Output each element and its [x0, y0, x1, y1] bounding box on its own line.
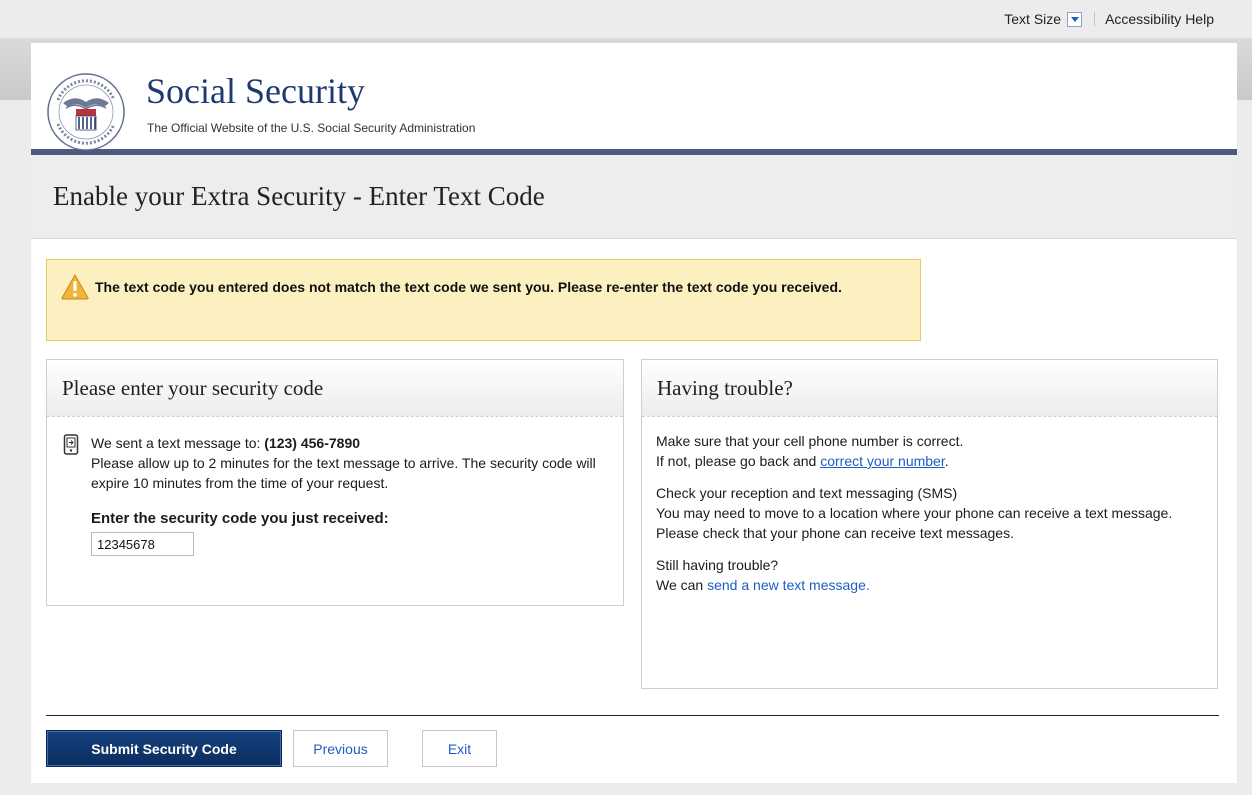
phone-check-line: Make sure that your cell phone number is… — [656, 433, 964, 449]
security-code-panel-title: Please enter your security code — [62, 375, 324, 400]
text-size-label: Text Size — [1004, 11, 1062, 27]
still-trouble-paragraph: Still having trouble? We can send a new … — [656, 555, 1202, 595]
sent-detail: Please allow up to 2 minutes for the tex… — [91, 455, 596, 491]
reception-paragraph: Check your reception and text messaging … — [656, 483, 1202, 543]
previous-button[interactable]: Previous — [293, 730, 388, 767]
site-header: Social Security The Official Website of … — [31, 43, 1237, 155]
trouble-panel-body: Make sure that your cell phone number is… — [642, 417, 1217, 595]
still-trouble-heading: Still having trouble? — [656, 557, 779, 573]
error-alert: The text code you entered does not match… — [46, 259, 921, 341]
sent-prefix: We sent a text message to: — [91, 435, 265, 451]
ssa-seal-icon — [47, 73, 125, 151]
security-code-label: Enter the security code you just receive… — [91, 510, 389, 527]
utility-divider — [1094, 12, 1096, 26]
phone-icon — [63, 434, 79, 455]
site-title[interactable]: Social Security — [146, 73, 365, 109]
chevron-down-icon[interactable] — [1067, 11, 1083, 27]
go-back-prefix: If not, please go back and — [656, 453, 821, 469]
phone-check-paragraph: Make sure that your cell phone number is… — [656, 431, 1202, 471]
resend-text-link[interactable]: send a new text message. — [707, 577, 870, 593]
exit-button[interactable]: Exit — [422, 730, 497, 767]
utility-bar: Text Size Accessibility Help — [0, 0, 1252, 38]
correct-number-link[interactable]: correct your number — [820, 453, 945, 469]
security-code-panel: Please enter your security code We sent … — [46, 359, 624, 606]
go-back-suffix: . — [944, 453, 949, 469]
text-size-control[interactable]: Text Size — [1004, 11, 1083, 27]
reception-detail: You may need to move to a location where… — [656, 505, 1173, 541]
page-title: Enable your Extra Security - Enter Text … — [53, 181, 545, 211]
resend-prefix: We can — [656, 577, 708, 593]
submit-security-code-button[interactable]: Submit Security Code — [46, 730, 282, 767]
trouble-panel-title: Having trouble? — [657, 375, 793, 400]
alert-message: The text code you entered does not match… — [95, 279, 842, 295]
sent-message-line: We sent a text message to: (123) 456-789… — [91, 433, 608, 453]
footer-divider — [46, 715, 1219, 716]
site-subtitle: The Official Website of the U.S. Social … — [147, 121, 476, 135]
warning-icon — [61, 274, 89, 300]
trouble-panel: Having trouble? Make sure that your cell… — [641, 359, 1218, 689]
security-code-input[interactable] — [91, 532, 194, 556]
security-code-panel-body: We sent a text message to: (123) 456-789… — [47, 417, 623, 556]
page-title-bar: Enable your Extra Security - Enter Text … — [31, 155, 1237, 239]
phone-number: (123) 456-7890 — [264, 435, 361, 451]
security-code-panel-header: Please enter your security code — [47, 360, 623, 417]
reception-heading: Check your reception and text messaging … — [656, 485, 958, 501]
trouble-panel-header: Having trouble? — [642, 360, 1217, 417]
page-container: Social Security The Official Website of … — [31, 43, 1237, 783]
accessibility-help-link[interactable]: Accessibility Help — [1105, 11, 1214, 27]
